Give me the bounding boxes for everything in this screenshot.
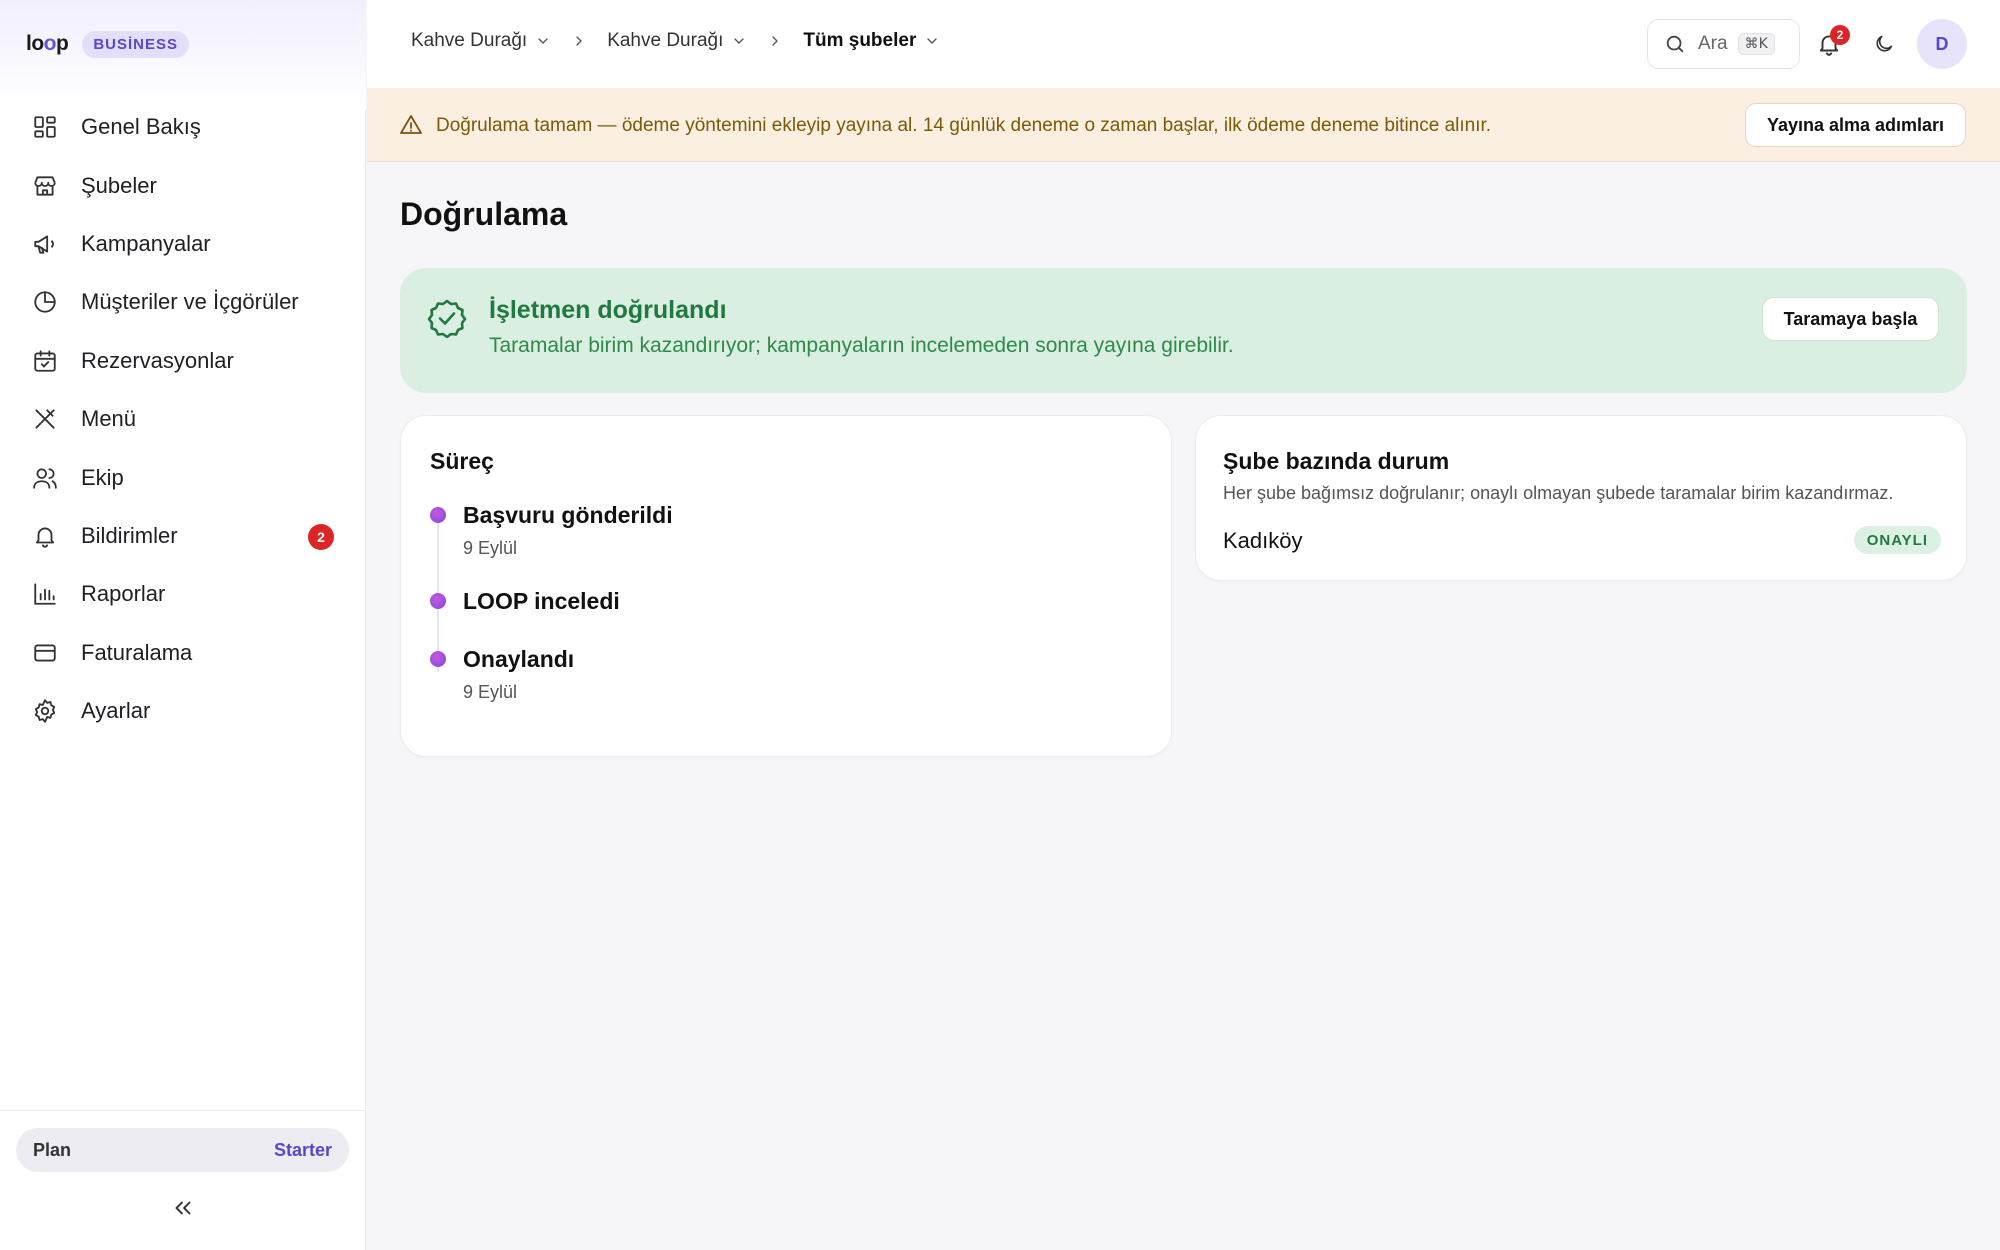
- sidebar-item-label: Genel Bakış: [81, 114, 201, 140]
- timeline-dot: [430, 651, 446, 667]
- brand[interactable]: loop BUSİNESS: [26, 30, 190, 58]
- megaphone-icon: [34, 235, 54, 254]
- branch-row[interactable]: Kadıköy ONAYLI: [1223, 524, 1941, 556]
- sidebar-item-branches[interactable]: Şubeler: [20, 156, 346, 214]
- breadcrumb-branch-selector[interactable]: Tüm şubeler: [803, 30, 940, 52]
- step-date: 9 Eylül: [463, 682, 518, 702]
- search-button[interactable]: Ara ⌘K: [1647, 19, 1800, 69]
- dashboard-grid-icon: [34, 116, 56, 138]
- plan-indicator[interactable]: Plan Starter: [16, 1128, 349, 1172]
- sidebar-item-label: Müşteriler ve İçgörüler: [81, 289, 299, 315]
- top-bar: Kahve Durağı Kahve Durağı Tüm şubeler Ar…: [367, 0, 2000, 88]
- pie-chart-icon: [34, 291, 56, 314]
- plan-value: Starter: [273, 1139, 332, 1160]
- calendar-check-icon: [34, 350, 56, 372]
- sidebar-divider: [0, 1110, 366, 1111]
- utensils-icon: [35, 409, 55, 429]
- credit-card-icon: [34, 644, 56, 662]
- branch-status-subtitle: Her şube bağımsız doğrulanır; onaylı olm…: [1223, 483, 1894, 503]
- start-scanning-button[interactable]: Taramaya başla: [1762, 297, 1939, 341]
- success-message: Taramalar birim kazandırıyor; kampanyala…: [489, 334, 1234, 357]
- notification-count-badge: 2: [308, 523, 334, 550]
- step-title: Onaylandı: [463, 646, 575, 672]
- success-title: İşletmen doğrulandı: [489, 296, 727, 324]
- process-title: Süreç: [430, 448, 494, 474]
- sidebar-item-campaigns[interactable]: Kampanyalar: [20, 215, 346, 273]
- chevron-down-icon: [927, 38, 938, 44]
- sidebar-item-label: Bildirimler: [81, 522, 178, 548]
- breadcrumb-brand-selector[interactable]: Kahve Durağı: [607, 30, 747, 52]
- sidebar-item-billing[interactable]: Faturalama: [20, 624, 346, 682]
- timeline-dot: [430, 593, 446, 609]
- sidebar-item-label: Ayarlar: [81, 698, 151, 724]
- chevron-down-icon: [734, 38, 745, 44]
- search-shortcut: ⌘K: [1737, 33, 1775, 55]
- warning-banner: Doğrulama tamam — ödeme yöntemini ekleyi…: [367, 88, 2000, 162]
- verified-badge-icon: [427, 299, 467, 338]
- step-title: Başvuru gönderildi: [463, 502, 673, 528]
- sidebar-item-label: Raporlar: [81, 581, 166, 607]
- sidebar-item-settings[interactable]: Ayarlar: [20, 682, 346, 740]
- notification-count-badge: 2: [1830, 25, 1850, 45]
- warning-triangle-icon: [400, 115, 422, 134]
- breadcrumb-label: Kahve Durağı: [607, 30, 724, 51]
- sidebar-nav: Genel Bakış Şubeler Kampanyalar Müşteril…: [20, 98, 346, 740]
- bar-chart-icon: [34, 583, 56, 605]
- sidebar-item-label: Şubeler: [81, 172, 157, 198]
- sidebar-item-overview[interactable]: Genel Bakış: [20, 98, 346, 156]
- business-badge: BUSİNESS: [82, 30, 190, 58]
- sidebar-item-team[interactable]: Ekip: [20, 448, 346, 506]
- sidebar-item-menu[interactable]: Menü: [20, 390, 346, 448]
- sidebar: loop BUSİNESS Genel Bakış Şubeler Kampan…: [0, 0, 366, 1250]
- search-placeholder: Ara: [1698, 33, 1728, 54]
- timeline-line: [437, 512, 439, 672]
- gear-icon: [34, 699, 56, 723]
- branch-status-card: Şube bazında durum Her şube bağımsız doğ…: [1195, 415, 1967, 581]
- breadcrumb-label: Tüm şubeler: [803, 30, 917, 51]
- sidebar-item-label: Menü: [81, 406, 137, 432]
- plan-label: Plan: [33, 1139, 72, 1160]
- sidebar-item-label: Faturalama: [81, 639, 193, 665]
- chevron-down-icon: [538, 38, 548, 44]
- sidebar-item-reservations[interactable]: Rezervasyonlar: [20, 332, 346, 390]
- chevron-right-icon: [772, 36, 779, 46]
- search-icon: [1666, 35, 1684, 53]
- status-badge: ONAYLI: [1853, 526, 1941, 554]
- page-title: Doğrulama: [400, 196, 568, 232]
- timeline-dot: [430, 507, 446, 523]
- breadcrumb: Kahve Durağı Kahve Durağı Tüm şubeler: [411, 30, 940, 52]
- step-title: LOOP inceledi: [463, 588, 620, 614]
- store-icon: [34, 175, 56, 196]
- breadcrumb-business-selector[interactable]: Kahve Durağı: [411, 30, 551, 52]
- sidebar-item-label: Rezervasyonlar: [81, 347, 234, 373]
- branch-name: Kadıköy: [1223, 528, 1303, 553]
- sidebar-item-reports[interactable]: Raporlar: [20, 565, 346, 623]
- sidebar-item-label: Kampanyalar: [81, 230, 211, 256]
- step-date: 9 Eylül: [463, 538, 518, 558]
- sidebar-item-notifications[interactable]: Bildirimler 2: [20, 507, 346, 565]
- banner-message: Doğrulama tamam — ödeme yöntemini ekleyi…: [436, 115, 1492, 136]
- dark-mode-toggle-icon[interactable]: [1873, 33, 1895, 55]
- branch-status-title: Şube bazında durum: [1223, 448, 1450, 474]
- breadcrumb-label: Kahve Durağı: [411, 30, 528, 51]
- brand-logo: loop: [26, 32, 69, 55]
- go-live-steps-button[interactable]: Yayına alma adımları: [1745, 103, 1966, 147]
- chevron-right-icon: [576, 36, 583, 46]
- users-icon: [33, 467, 57, 489]
- collapse-sidebar-icon[interactable]: [170, 1195, 196, 1221]
- sidebar-item-customers[interactable]: Müşteriler ve İçgörüler: [20, 273, 346, 331]
- sidebar-item-label: Ekip: [81, 464, 124, 490]
- verification-success-panel: İşletmen doğrulandı Taramalar birim kaza…: [400, 268, 1967, 393]
- bell-icon: [35, 527, 55, 548]
- avatar[interactable]: D: [1917, 19, 1967, 69]
- process-card: Süreç Başvuru gönderildi 9 Eylül LOOP in…: [400, 415, 1172, 757]
